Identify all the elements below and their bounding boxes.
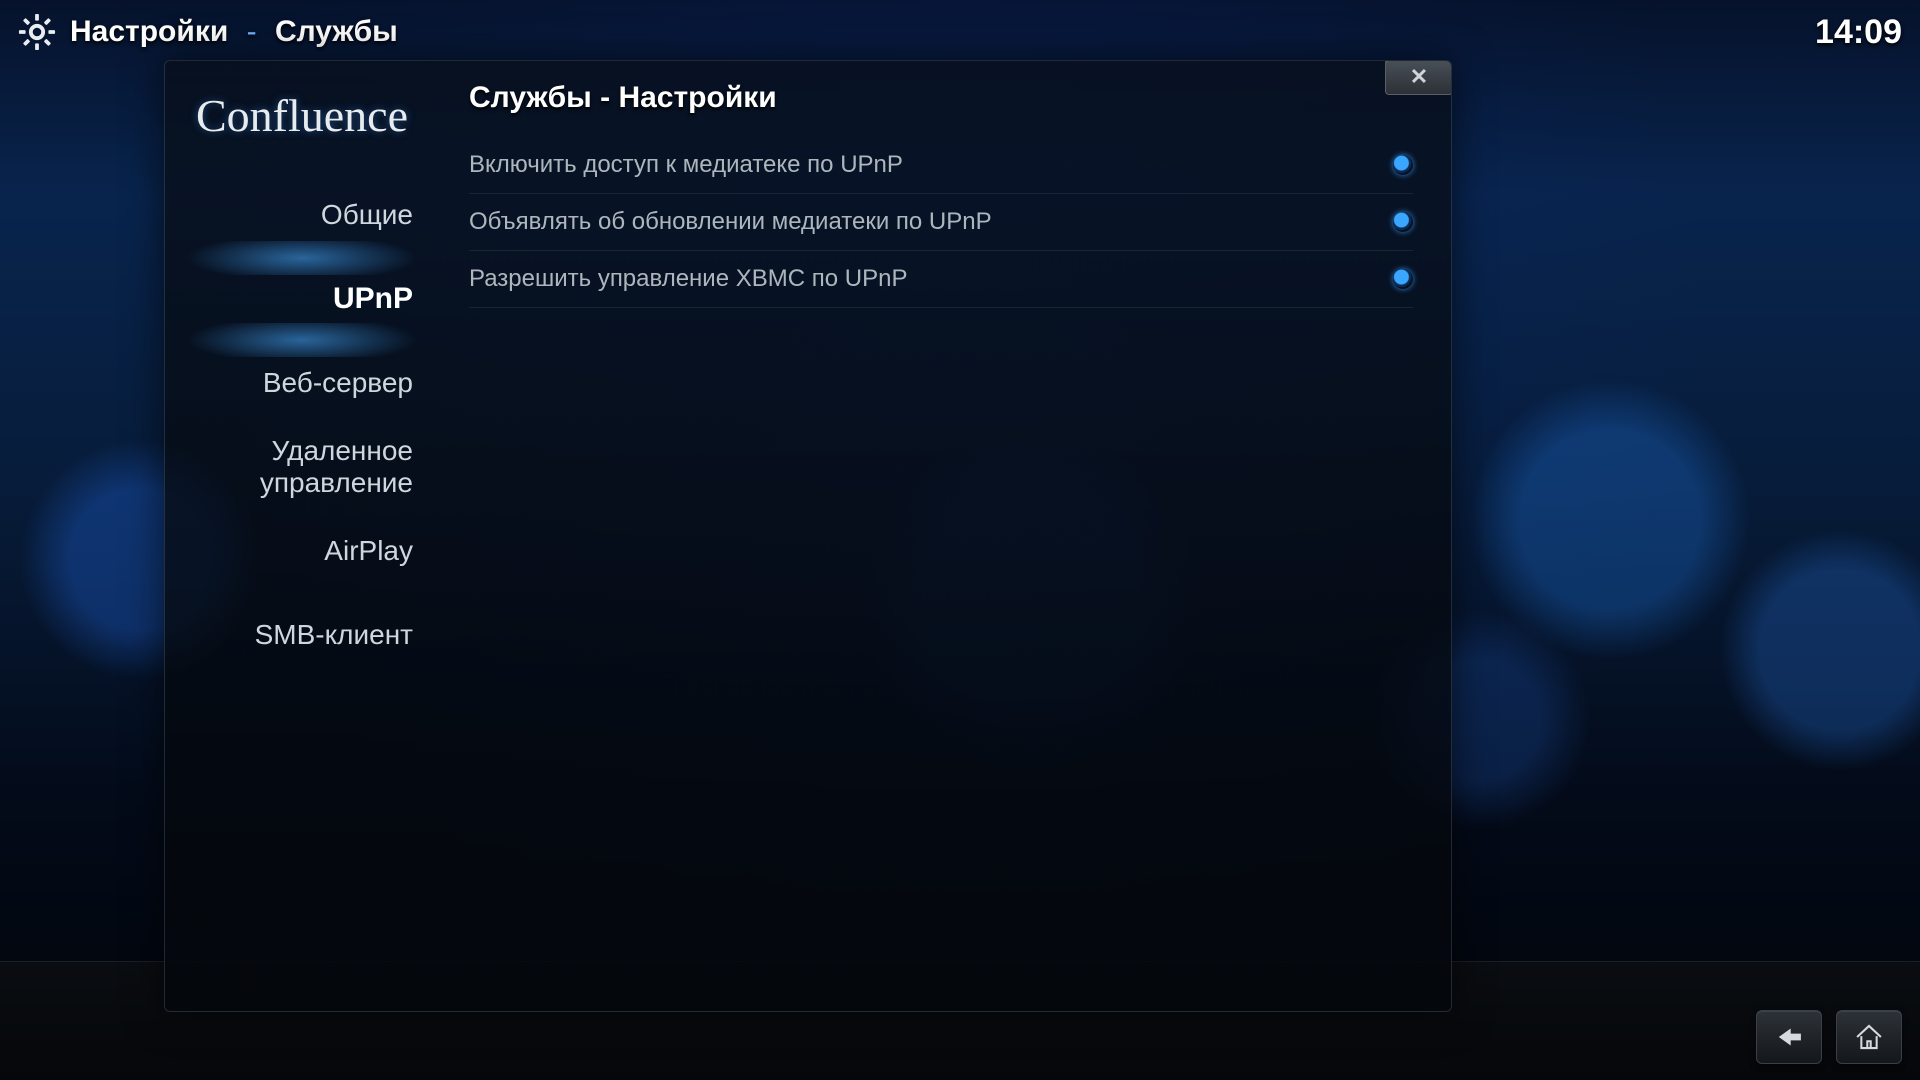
options-list: Включить доступ к медиатеке по UPnP Объя… (469, 137, 1413, 308)
home-icon (1852, 1020, 1886, 1054)
radio-on-icon (1393, 155, 1413, 175)
home-button[interactable] (1836, 1010, 1902, 1064)
sidebar-item-label: UPnP (333, 282, 413, 316)
sidebar-item-airplay[interactable]: AirPlay (165, 509, 439, 593)
sidebar-item-label: AirPlay (324, 535, 413, 567)
content-title: Службы - Настройки (469, 81, 1413, 115)
option-announce-library-updates[interactable]: Объявлять об обновлении медиатеки по UPn… (469, 194, 1413, 251)
theme-logo: Confluence (165, 75, 439, 155)
category-list: Общие UPnP Веб-сервер Удаленное управлен… (165, 173, 439, 677)
gear-icon (18, 13, 56, 51)
radio-on-icon (1393, 212, 1413, 232)
sidebar-item-upnp[interactable]: UPnP (165, 257, 439, 341)
footer-buttons (1756, 1010, 1902, 1064)
option-label: Разрешить управление XBMC по UPnP (469, 265, 1393, 293)
sidebar: Confluence Общие UPnP Веб-сервер Удаленн… (165, 61, 439, 1011)
back-arrow-icon (1772, 1020, 1806, 1054)
sidebar-item-label: SMB-клиент (255, 619, 413, 651)
sidebar-item-label: Удаленное (272, 435, 414, 467)
option-label: Включить доступ к медиатеке по UPnP (469, 151, 1393, 179)
breadcrumb-separator: - (237, 15, 267, 48)
sidebar-item-label: Веб-сервер (263, 367, 413, 399)
option-label: Объявлять об обновлении медиатеки по UPn… (469, 208, 1393, 236)
settings-panel: Confluence Общие UPnP Веб-сервер Удаленн… (164, 60, 1452, 1012)
clock: 14:09 (1815, 13, 1902, 52)
option-enable-upnp-library[interactable]: Включить доступ к медиатеке по UPnP (469, 137, 1413, 194)
sidebar-item-webserver[interactable]: Веб-сервер (165, 341, 439, 425)
sidebar-item-general[interactable]: Общие (165, 173, 439, 257)
breadcrumb-current: Службы (275, 15, 398, 48)
sidebar-item-remote-control[interactable]: Удаленное управление (165, 425, 439, 509)
top-bar: Настройки - Службы 14:09 (18, 8, 1902, 56)
back-button[interactable] (1756, 1010, 1822, 1064)
breadcrumb: Настройки - Службы (70, 15, 398, 49)
close-button[interactable]: ✕ (1385, 60, 1452, 95)
close-icon: ✕ (1410, 64, 1428, 90)
sidebar-item-label: управление (260, 467, 413, 499)
sidebar-item-smb-client[interactable]: SMB-клиент (165, 593, 439, 677)
option-allow-upnp-control[interactable]: Разрешить управление XBMC по UPnP (469, 251, 1413, 308)
radio-on-icon (1393, 269, 1413, 289)
sidebar-item-label: Общие (321, 199, 413, 231)
breadcrumb-root: Настройки (70, 15, 228, 48)
content-area: ✕ Службы - Настройки Включить доступ к м… (439, 61, 1451, 1011)
